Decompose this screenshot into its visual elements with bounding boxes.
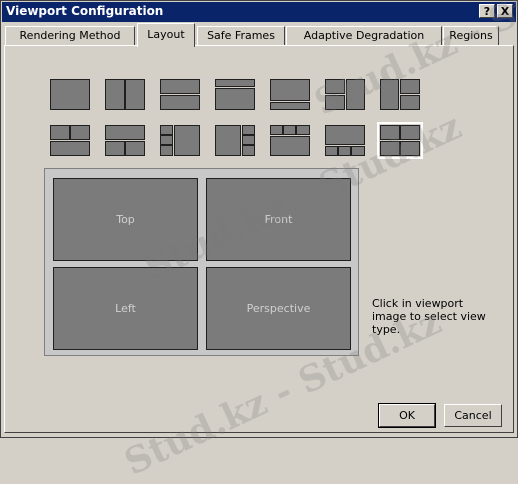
viewport-configuration-dialog: Viewport Configuration ? X Rendering Met… xyxy=(0,0,518,484)
tab-safe-frames[interactable]: Safe Frames xyxy=(197,26,285,45)
title-bar: Viewport Configuration ? X xyxy=(2,2,516,22)
tab-adaptive-degradation[interactable]: Adaptive Degradation xyxy=(286,26,442,45)
close-button[interactable]: X xyxy=(497,4,513,18)
tab-regions[interactable]: Regions xyxy=(443,26,499,45)
window-title: Viewport Configuration xyxy=(6,4,164,18)
help-button[interactable]: ? xyxy=(479,4,495,18)
tab-rendering-method[interactable]: Rendering Method xyxy=(5,26,135,45)
layout-panel xyxy=(4,45,514,433)
tab-layout[interactable]: Layout xyxy=(137,23,195,47)
